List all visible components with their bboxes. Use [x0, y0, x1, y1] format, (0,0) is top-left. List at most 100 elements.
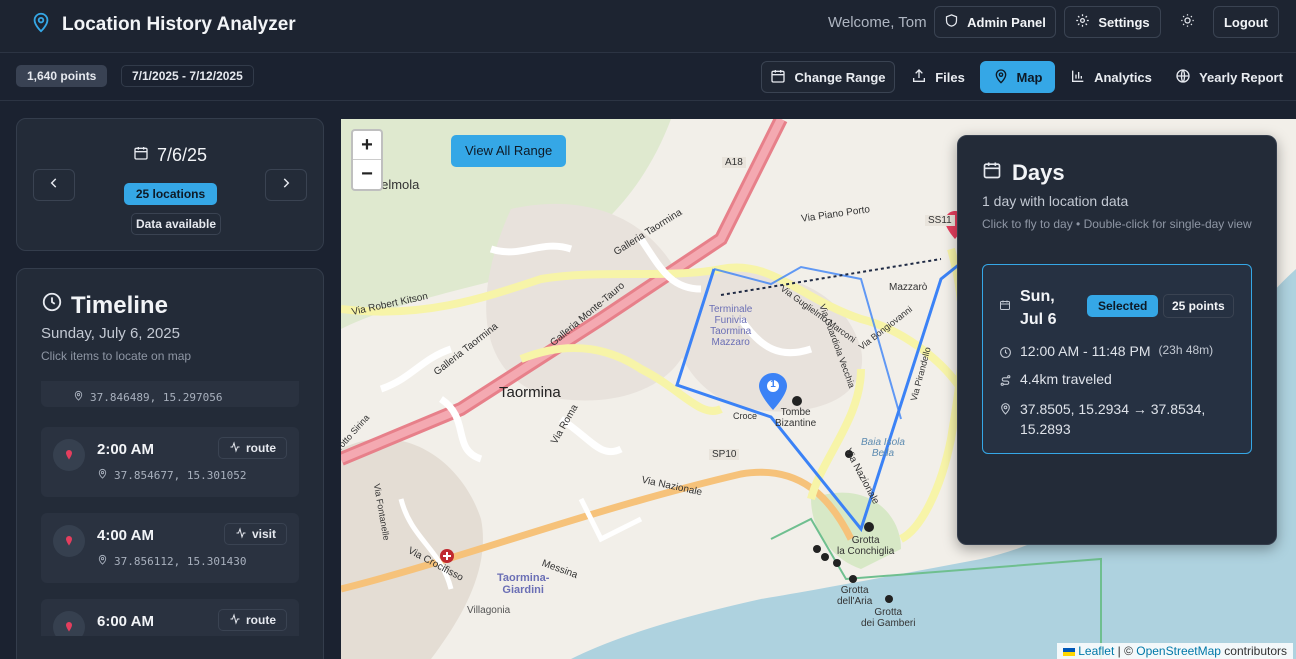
day-card-date: Sun, Jul 6	[1020, 288, 1057, 328]
timeline-item[interactable]: 2:00 AM route 37.854677, 15.301052	[41, 427, 299, 497]
timeline-item-coord-text: 37.854677, 15.301052	[114, 468, 247, 482]
timeline-item[interactable]: 4:00 AM visit 37.856112, 15.301430	[41, 513, 299, 583]
timeline-panel: Timeline Sunday, July 6, 2025 Click item…	[16, 268, 324, 659]
timeline-item[interactable]: 37.846489, 15.297056	[41, 381, 299, 407]
current-date-text: 7/6/25	[156, 145, 208, 165]
calendar-icon	[133, 145, 149, 166]
day-time-range: 12:00 AM - 11:48 PM (23h 48m)	[999, 343, 1213, 362]
timeline-heading: Timeline	[41, 291, 168, 320]
selected-badge: Selected	[1087, 295, 1159, 317]
files-label: Files	[935, 69, 965, 85]
map-label-taormina: Taormina	[499, 384, 561, 401]
logout-button[interactable]: Logout	[1213, 6, 1279, 38]
yearly-report-label: Yearly Report	[1199, 69, 1283, 85]
analytics-label: Analytics	[1094, 69, 1152, 85]
date-navigator: 7/6/25 25 locations Data available	[16, 118, 324, 251]
day-points-badge: 25 points	[1163, 294, 1234, 318]
tab-files[interactable]: Files	[903, 61, 973, 93]
tab-analytics[interactable]: Analytics	[1063, 61, 1159, 93]
days-count: 1 day with location data	[982, 193, 1129, 209]
map-label-ss114: SS11	[925, 215, 955, 226]
attribution-separator: | ©	[1114, 644, 1137, 658]
map-label-grotta-gamberi: Grotta dei Gamberi	[861, 607, 916, 629]
timeline-item-tag-text: route	[246, 441, 276, 455]
settings-button[interactable]: Settings	[1064, 6, 1161, 38]
pin-icon	[97, 554, 108, 568]
timeline-hint: Click items to locate on map	[41, 349, 192, 363]
timeline-item[interactable]: 6:00 AM route	[41, 599, 299, 636]
days-panel: Days 1 day with location data Click to f…	[957, 135, 1277, 545]
calendar-icon	[982, 160, 1002, 186]
location-pin-icon	[53, 439, 85, 471]
route-marker-number[interactable]: 1	[769, 379, 777, 390]
day-time-range-text: 12:00 AM - 11:48 PM	[1020, 343, 1151, 359]
bar-chart-icon	[1070, 68, 1086, 87]
map-label-baia-isola-bella: Baia Isola Bella	[861, 437, 905, 459]
attribution-tail: contributors	[1220, 644, 1287, 658]
shield-icon	[944, 13, 959, 31]
map-label-sp10: SP10	[709, 449, 740, 460]
timeline-item-time: 4:00 AM	[97, 527, 154, 544]
leaflet-link[interactable]: Leaflet	[1078, 644, 1114, 658]
map-label-croce: Croce	[733, 411, 758, 421]
day-distance-text: 4.4km traveled	[1020, 371, 1112, 387]
timeline-item-time: 2:00 AM	[97, 441, 154, 458]
next-day-button[interactable]	[265, 169, 307, 201]
app-title: Location History Analyzer	[62, 13, 296, 35]
map-pin-icon	[30, 10, 52, 39]
tab-map[interactable]: Map	[980, 61, 1055, 93]
theme-toggle-button[interactable]	[1170, 6, 1204, 38]
map-label-mazzaro: Mazzarò	[889, 282, 928, 293]
locations-badge: 25 locations	[124, 183, 217, 205]
points-badge: 1,640 points	[16, 65, 108, 87]
timeline-date: Sunday, July 6, 2025	[41, 325, 180, 342]
date-range-badge: 7/1/2025 - 7/12/2025	[121, 65, 254, 87]
timeline-item-tag: visit	[223, 523, 287, 545]
calendar-icon	[770, 68, 786, 87]
map-attribution: Leaflet | © OpenStreetMap contributors	[1056, 643, 1293, 659]
current-date: 7/6/25	[17, 145, 323, 166]
activity-icon	[229, 612, 241, 628]
timeline-item-coord: 37.854677, 15.301052	[97, 468, 246, 482]
activity-icon	[235, 526, 247, 542]
welcome-text: Welcome, Tom	[828, 14, 927, 31]
day-card[interactable]: Sun, Jul 6 Selected 25 points 12:00 AM -…	[982, 264, 1252, 454]
activity-icon	[229, 440, 241, 456]
view-all-range-button[interactable]: View All Range	[451, 135, 567, 167]
tab-yearly-report[interactable]: Yearly Report	[1168, 61, 1290, 93]
settings-label: Settings	[1098, 14, 1150, 30]
ukraine-flag-icon	[1062, 647, 1075, 656]
map-pin-icon	[993, 68, 1009, 87]
timeline-item-coord-text: 37.846489, 15.297056	[90, 390, 223, 404]
timeline-item-coord: 37.856112, 15.301430	[97, 554, 246, 568]
openstreetmap-link[interactable]: OpenStreetMap	[1136, 644, 1221, 658]
clock-icon	[999, 343, 1012, 362]
map-label-grotta-aria: Grotta dell'Aria	[837, 585, 873, 607]
previous-day-button[interactable]	[33, 169, 75, 201]
pin-icon	[999, 399, 1012, 420]
day-coords: 37.8505, 15.2934 → 37.8534, 15.2893	[999, 399, 1239, 439]
route-icon	[999, 371, 1012, 390]
zoom-out-button[interactable]: −	[353, 160, 381, 189]
timeline-item-tag: route	[218, 437, 287, 459]
timeline-item-tag-text: visit	[251, 527, 276, 541]
day-duration: (23h 48m)	[1158, 343, 1214, 357]
timeline-item-time: 6:00 AM	[97, 613, 154, 630]
zoom-in-button[interactable]: +	[353, 131, 381, 160]
days-heading: Days	[982, 160, 1065, 186]
days-hint: Click to fly to day • Double-click for s…	[982, 217, 1252, 231]
location-pin-icon	[53, 525, 85, 557]
admin-panel-button[interactable]: Admin Panel	[934, 6, 1056, 38]
map-label-taormina-giardini: Taormina- Giardini	[497, 572, 550, 596]
chevron-left-icon	[47, 176, 61, 195]
globe-icon	[1175, 68, 1191, 87]
brand[interactable]: Location History Analyzer	[30, 10, 296, 39]
top-header: Location History Analyzer Welcome, Tom A…	[0, 0, 1296, 53]
sun-icon	[1180, 13, 1195, 31]
clock-icon	[41, 291, 63, 320]
timeline-list[interactable]: 37.846489, 15.297056 2:00 AM route 37.85…	[41, 381, 299, 636]
day-distance: 4.4km traveled	[999, 371, 1112, 390]
timeline-item-coord-text: 37.856112, 15.301430	[114, 554, 247, 568]
map-label-terminale: Terminale Funivia Taormina Mazzaro	[709, 304, 753, 348]
change-range-button[interactable]: Change Range	[761, 61, 895, 93]
